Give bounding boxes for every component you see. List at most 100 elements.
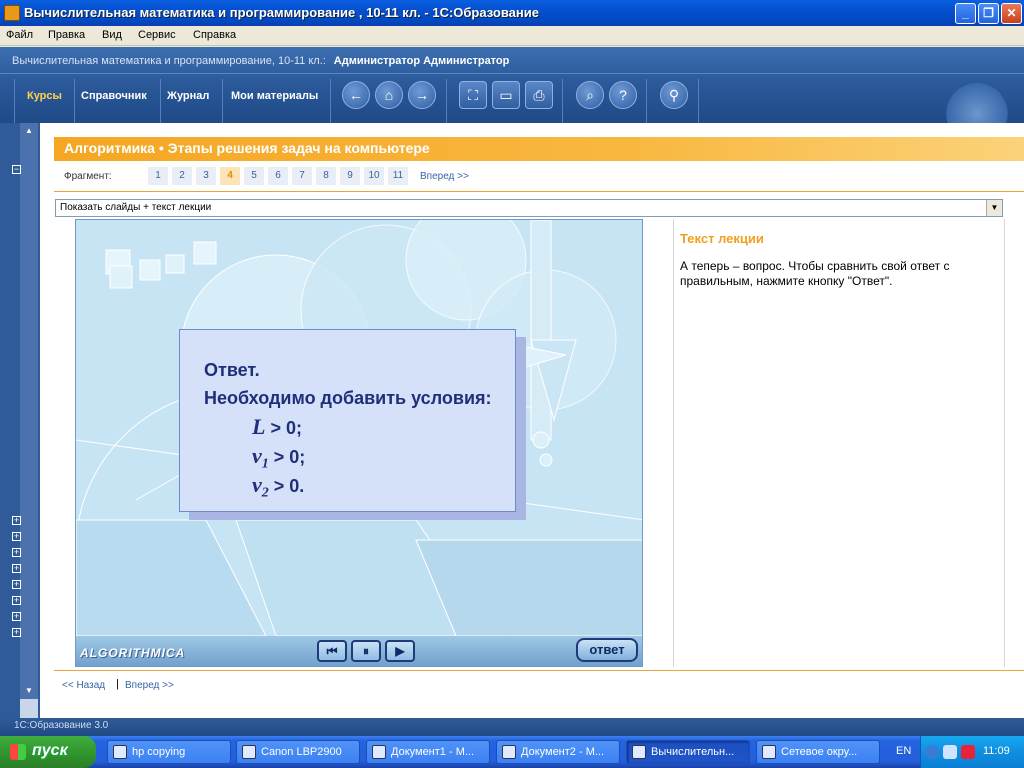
app-icon [4, 5, 20, 21]
expand-icon[interactable]: + [12, 580, 21, 589]
answer-box: Ответ. Необходимо добавить условия: L > … [179, 329, 516, 512]
presentation-icon[interactable]: ▭ [492, 81, 520, 109]
arrow-right-icon[interactable]: → [408, 81, 436, 109]
back-arrow-icon[interactable] [925, 745, 939, 759]
help-icon[interactable]: ? [609, 81, 637, 109]
status-text: 1С:Образование 3.0 [14, 720, 109, 731]
expand-icon[interactable]: + [12, 532, 21, 541]
expand-icon[interactable]: + [12, 628, 21, 637]
taskbar-item[interactable]: hp copying [107, 740, 231, 764]
fragment-link[interactable]: 1 [148, 167, 168, 185]
lecture-text: А теперь – вопрос. Чтобы сравнить свой о… [680, 259, 950, 288]
answer-button[interactable]: ответ [576, 638, 638, 662]
antivirus-icon[interactable] [961, 745, 975, 759]
taskbar-item[interactable]: Сетевое окру... [756, 740, 880, 764]
expand-icon[interactable]: + [12, 564, 21, 573]
play-icon[interactable]: ▶ [385, 640, 415, 662]
tab-my-materials[interactable]: Мои материалы [231, 90, 318, 102]
home-icon[interactable]: ⌂ [375, 81, 403, 109]
menu-file[interactable]: Файл [6, 29, 33, 41]
fragment-link[interactable]: 2 [172, 167, 192, 185]
arrow-left-icon[interactable]: ← [342, 81, 370, 109]
task-label: Документ1 - М... [391, 746, 475, 758]
answer-title: Ответ. [204, 360, 260, 380]
breadcrumb: Вычислительная математика и программиров… [12, 55, 509, 67]
user-name: Администратор Администратор [333, 55, 510, 67]
fullscreen-icon[interactable]: ⛶ [459, 81, 487, 109]
taskbar: пуск hp copying Canon LBP2900 Документ1 … [0, 736, 1024, 768]
fragment-link-active[interactable]: 4 [220, 167, 240, 185]
title-bar[interactable]: Вычислительная математика и программиров… [0, 0, 1024, 26]
taskbar-item[interactable]: Документ1 - М... [366, 740, 490, 764]
lecture-title: Текст лекции [680, 231, 764, 246]
condition-rest: > 0; [265, 418, 302, 438]
expand-icon[interactable]: + [12, 596, 21, 605]
start-label: пуск [32, 742, 68, 759]
taskbar-item[interactable]: Документ2 - М... [496, 740, 620, 764]
network-icon[interactable] [943, 745, 957, 759]
printer-icon [242, 745, 256, 759]
fragment-link[interactable]: 5 [244, 167, 264, 185]
collapse-icon[interactable]: − [12, 165, 21, 174]
divider [54, 191, 1024, 192]
slide-footer: ALGORITHMICA ⏮ ⏸ ▶ ответ [76, 636, 642, 666]
slide-brand: ALGORITHMICA [80, 646, 186, 660]
next-link[interactable]: Вперед >> [125, 680, 174, 691]
fragment-link[interactable]: 10 [364, 167, 384, 185]
fragment-link[interactable]: 11 [388, 167, 408, 185]
scroll-down-icon[interactable]: ▼ [20, 683, 38, 699]
language-indicator[interactable]: EN [896, 745, 911, 757]
back-link[interactable]: << Назад [62, 680, 105, 691]
fragment-next-link[interactable]: Вперед >> [420, 171, 469, 182]
menu-help[interactable]: Справка [193, 29, 236, 41]
pause-icon[interactable]: ⏸ [351, 640, 381, 662]
task-label: Вычислительн... [651, 746, 735, 758]
expand-icon[interactable]: + [12, 516, 21, 525]
menu-bar: Файл Правка Вид Сервис Справка [0, 26, 1024, 46]
start-button[interactable]: пуск [0, 736, 96, 768]
slide-viewer: Ответ. Необходимо добавить условия: L > … [75, 219, 643, 667]
app-window: Вычислительная математика и программиров… [0, 0, 1024, 768]
fragment-link[interactable]: 3 [196, 167, 216, 185]
minimize-button[interactable]: _ [955, 3, 976, 24]
taskbar-item[interactable]: Canon LBP2900 [236, 740, 360, 764]
fragment-link[interactable]: 8 [316, 167, 336, 185]
print-icon[interactable]: ⎙ [525, 81, 553, 109]
view-mode-select[interactable]: Показать слайды + текст лекции ▼ [55, 199, 1003, 217]
expand-icon[interactable]: + [12, 548, 21, 557]
course-name: Вычислительная математика и программиров… [12, 55, 326, 67]
menu-view[interactable]: Вид [102, 29, 122, 41]
tab-courses[interactable]: Курсы [27, 90, 62, 102]
fragment-link[interactable]: 7 [292, 167, 312, 185]
word-document-icon [372, 745, 386, 759]
chevron-down-icon[interactable]: ▼ [986, 200, 1002, 216]
sidebar-scrollbar-thumb[interactable] [20, 139, 38, 689]
tab-journal[interactable]: Журнал [167, 90, 209, 102]
divider [74, 79, 75, 123]
menu-service[interactable]: Сервис [138, 29, 176, 41]
first-slide-icon[interactable]: ⏮ [317, 640, 347, 662]
divider [330, 79, 331, 123]
maximize-button[interactable]: ❐ [978, 3, 999, 24]
window-title: Вычислительная математика и программиров… [24, 5, 539, 20]
taskbar-item-active[interactable]: Вычислительн... [626, 740, 750, 764]
close-button[interactable]: ✕ [1001, 3, 1022, 24]
word-document-icon [502, 745, 516, 759]
logo-emblem [942, 77, 1012, 123]
fragment-link[interactable]: 6 [268, 167, 288, 185]
divider [54, 670, 1024, 671]
fragment-link[interactable]: 9 [340, 167, 360, 185]
printer-icon [113, 745, 127, 759]
condition-var: L [252, 414, 266, 439]
scroll-up-icon[interactable]: ▲ [20, 123, 38, 139]
expand-icon[interactable]: + [12, 612, 21, 621]
menu-edit[interactable]: Правка [48, 29, 85, 41]
lecture-panel: Текст лекции А теперь – вопрос. Чтобы ср… [673, 219, 1005, 667]
key-search-icon[interactable]: ⚲ [660, 81, 688, 109]
tab-reference[interactable]: Справочник [81, 90, 147, 102]
main-content: Алгоритмика • Этапы решения задач на ком… [40, 123, 1024, 718]
search-icon[interactable]: ⌕ [576, 81, 604, 109]
condition-var: v [252, 443, 262, 468]
condition-sub: 2 [261, 485, 269, 501]
sidebar: ▲ ▼ − + + + + + + + + [0, 123, 40, 718]
